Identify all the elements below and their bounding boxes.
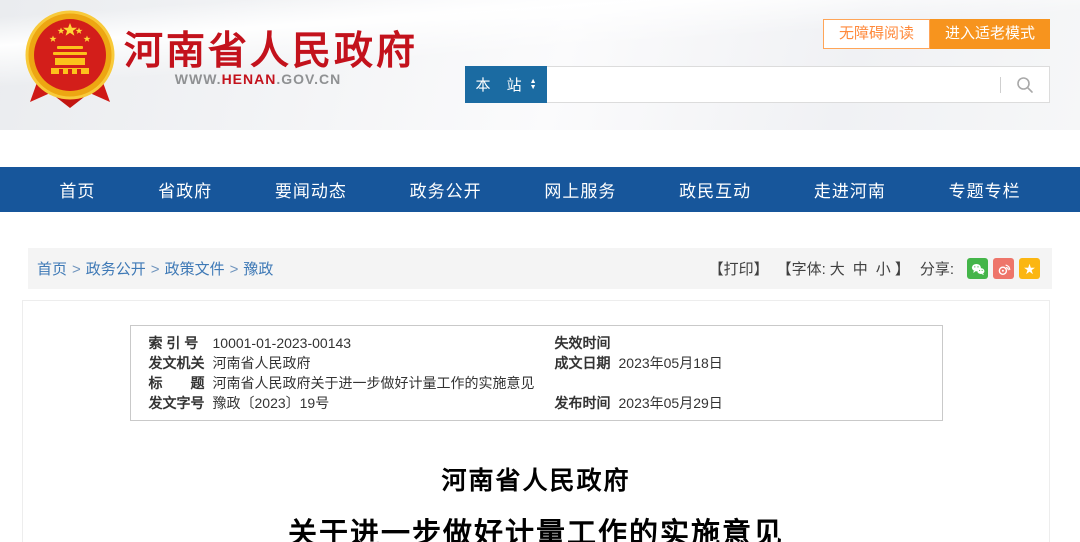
nav-item-online-services[interactable]: 网上服务 <box>544 177 616 202</box>
national-emblem-logo <box>24 8 116 115</box>
search-button[interactable] <box>1001 67 1049 102</box>
info-value-written-date: 2023年05月18日 <box>619 353 928 373</box>
breadcrumb: 首页>政务公开>政策文件>豫政 <box>37 258 273 279</box>
info-label-empty <box>555 373 619 393</box>
breadcrumb-policy-files[interactable]: 政策文件 <box>165 261 225 278</box>
info-value-empty <box>619 373 928 393</box>
info-label-issuing-agency: 发文机关 <box>149 353 213 373</box>
info-value-issuing-agency: 河南省人民政府 <box>213 353 555 373</box>
share-favorite-button[interactable]: ★ <box>1019 258 1040 279</box>
weibo-icon <box>996 261 1012 277</box>
info-label-title: 标 题 <box>149 373 213 393</box>
document-title: 河南省人民政府 关于进一步做好计量工作的实施意见 <box>23 461 1049 542</box>
main-nav: 首页 省政府 要闻动态 政务公开 网上服务 政民互动 走进河南 专题专栏 <box>0 167 1080 212</box>
font-size-small[interactable]: 小 <box>876 258 891 279</box>
info-value-title: 河南省人民政府关于进一步做好计量工作的实施意见 <box>213 373 555 393</box>
search-scope-select[interactable]: 本 站 ▲▼ <box>465 66 547 103</box>
site-url-prefix: WWW. <box>175 71 222 87</box>
info-value-publish-date: 2023年05月29日 <box>619 393 928 413</box>
search-bar: 本 站 ▲▼ <box>465 66 1050 103</box>
nav-item-home[interactable]: 首页 <box>59 177 95 202</box>
document-title-line1: 河南省人民政府 <box>23 461 1049 497</box>
site-url: WWW.HENAN.GOV.CN <box>124 71 392 87</box>
page-tools: 【打印】 【字体:大中小】 分享: ★ <box>709 258 1040 279</box>
wechat-icon <box>970 261 986 277</box>
chevron-up-down-icon: ▲▼ <box>530 79 537 91</box>
font-size-label: 【字体: <box>777 258 826 279</box>
site-title: 河南省人民政府 <box>124 20 418 76</box>
search-scope-label: 本 站 <box>475 74 527 95</box>
share-wechat-button[interactable] <box>967 258 988 279</box>
elder-mode-button[interactable]: 进入适老模式 <box>930 19 1050 49</box>
article-container: 索 引 号 10001-01-2023-00143 失效时间 发文机关 河南省人… <box>22 300 1050 542</box>
breadcrumb-separator: > <box>230 261 239 278</box>
font-size-controls: 【字体:大中小】 <box>777 258 910 279</box>
nav-item-interaction[interactable]: 政民互动 <box>679 177 751 202</box>
info-label-expiry-date: 失效时间 <box>555 333 619 353</box>
nav-item-provincial-government[interactable]: 省政府 <box>158 177 212 202</box>
breadcrumb-gov-affairs[interactable]: 政务公开 <box>86 261 146 278</box>
print-button[interactable]: 【打印】 <box>709 258 769 279</box>
info-value-document-number: 豫政〔2023〕19号 <box>213 393 555 413</box>
nav-item-news[interactable]: 要闻动态 <box>275 177 347 202</box>
breadcrumb-yuzheng[interactable]: 豫政 <box>243 261 273 278</box>
document-title-line2: 关于进一步做好计量工作的实施意见 <box>23 510 1049 542</box>
font-size-label-end: 】 <box>895 258 910 279</box>
site-url-brand: HENAN <box>222 71 277 87</box>
star-icon: ★ <box>1023 262 1036 276</box>
info-label-document-number: 发文字号 <box>149 393 213 413</box>
info-value-expiry-date <box>619 333 928 353</box>
search-input[interactable] <box>547 67 1000 102</box>
font-size-large[interactable]: 大 <box>830 258 845 279</box>
info-value-index-number: 10001-01-2023-00143 <box>213 333 555 353</box>
breadcrumb-separator: > <box>151 261 160 278</box>
nav-item-about-henan[interactable]: 走进河南 <box>814 177 886 202</box>
nav-item-gov-affairs[interactable]: 政务公开 <box>410 177 482 202</box>
font-size-medium[interactable]: 中 <box>853 258 868 279</box>
info-label-written-date: 成文日期 <box>555 353 619 373</box>
info-label-publish-date: 发布时间 <box>555 393 619 413</box>
info-label-index-number: 索 引 号 <box>149 333 213 353</box>
accessibility-reading-button[interactable]: 无障碍阅读 <box>823 19 930 49</box>
site-url-suffix: .GOV.CN <box>276 71 341 87</box>
breadcrumb-home[interactable]: 首页 <box>37 261 67 278</box>
share-weibo-button[interactable] <box>993 258 1014 279</box>
breadcrumb-separator: > <box>72 261 81 278</box>
document-info-table: 索 引 号 10001-01-2023-00143 失效时间 发文机关 河南省人… <box>130 325 943 421</box>
national-emblem-icon <box>24 8 116 110</box>
nav-item-special-topics[interactable]: 专题专栏 <box>949 177 1021 202</box>
breadcrumb-bar: 首页>政务公开>政策文件>豫政 【打印】 【字体:大中小】 分享: <box>28 248 1052 289</box>
site-header: 河南省人民政府 WWW.HENAN.GOV.CN 无障碍阅读 进入适老模式 本 … <box>0 0 1080 130</box>
search-icon <box>1015 75 1035 95</box>
share-label: 分享: <box>920 258 954 279</box>
header-buttons: 无障碍阅读 进入适老模式 <box>823 19 1050 49</box>
